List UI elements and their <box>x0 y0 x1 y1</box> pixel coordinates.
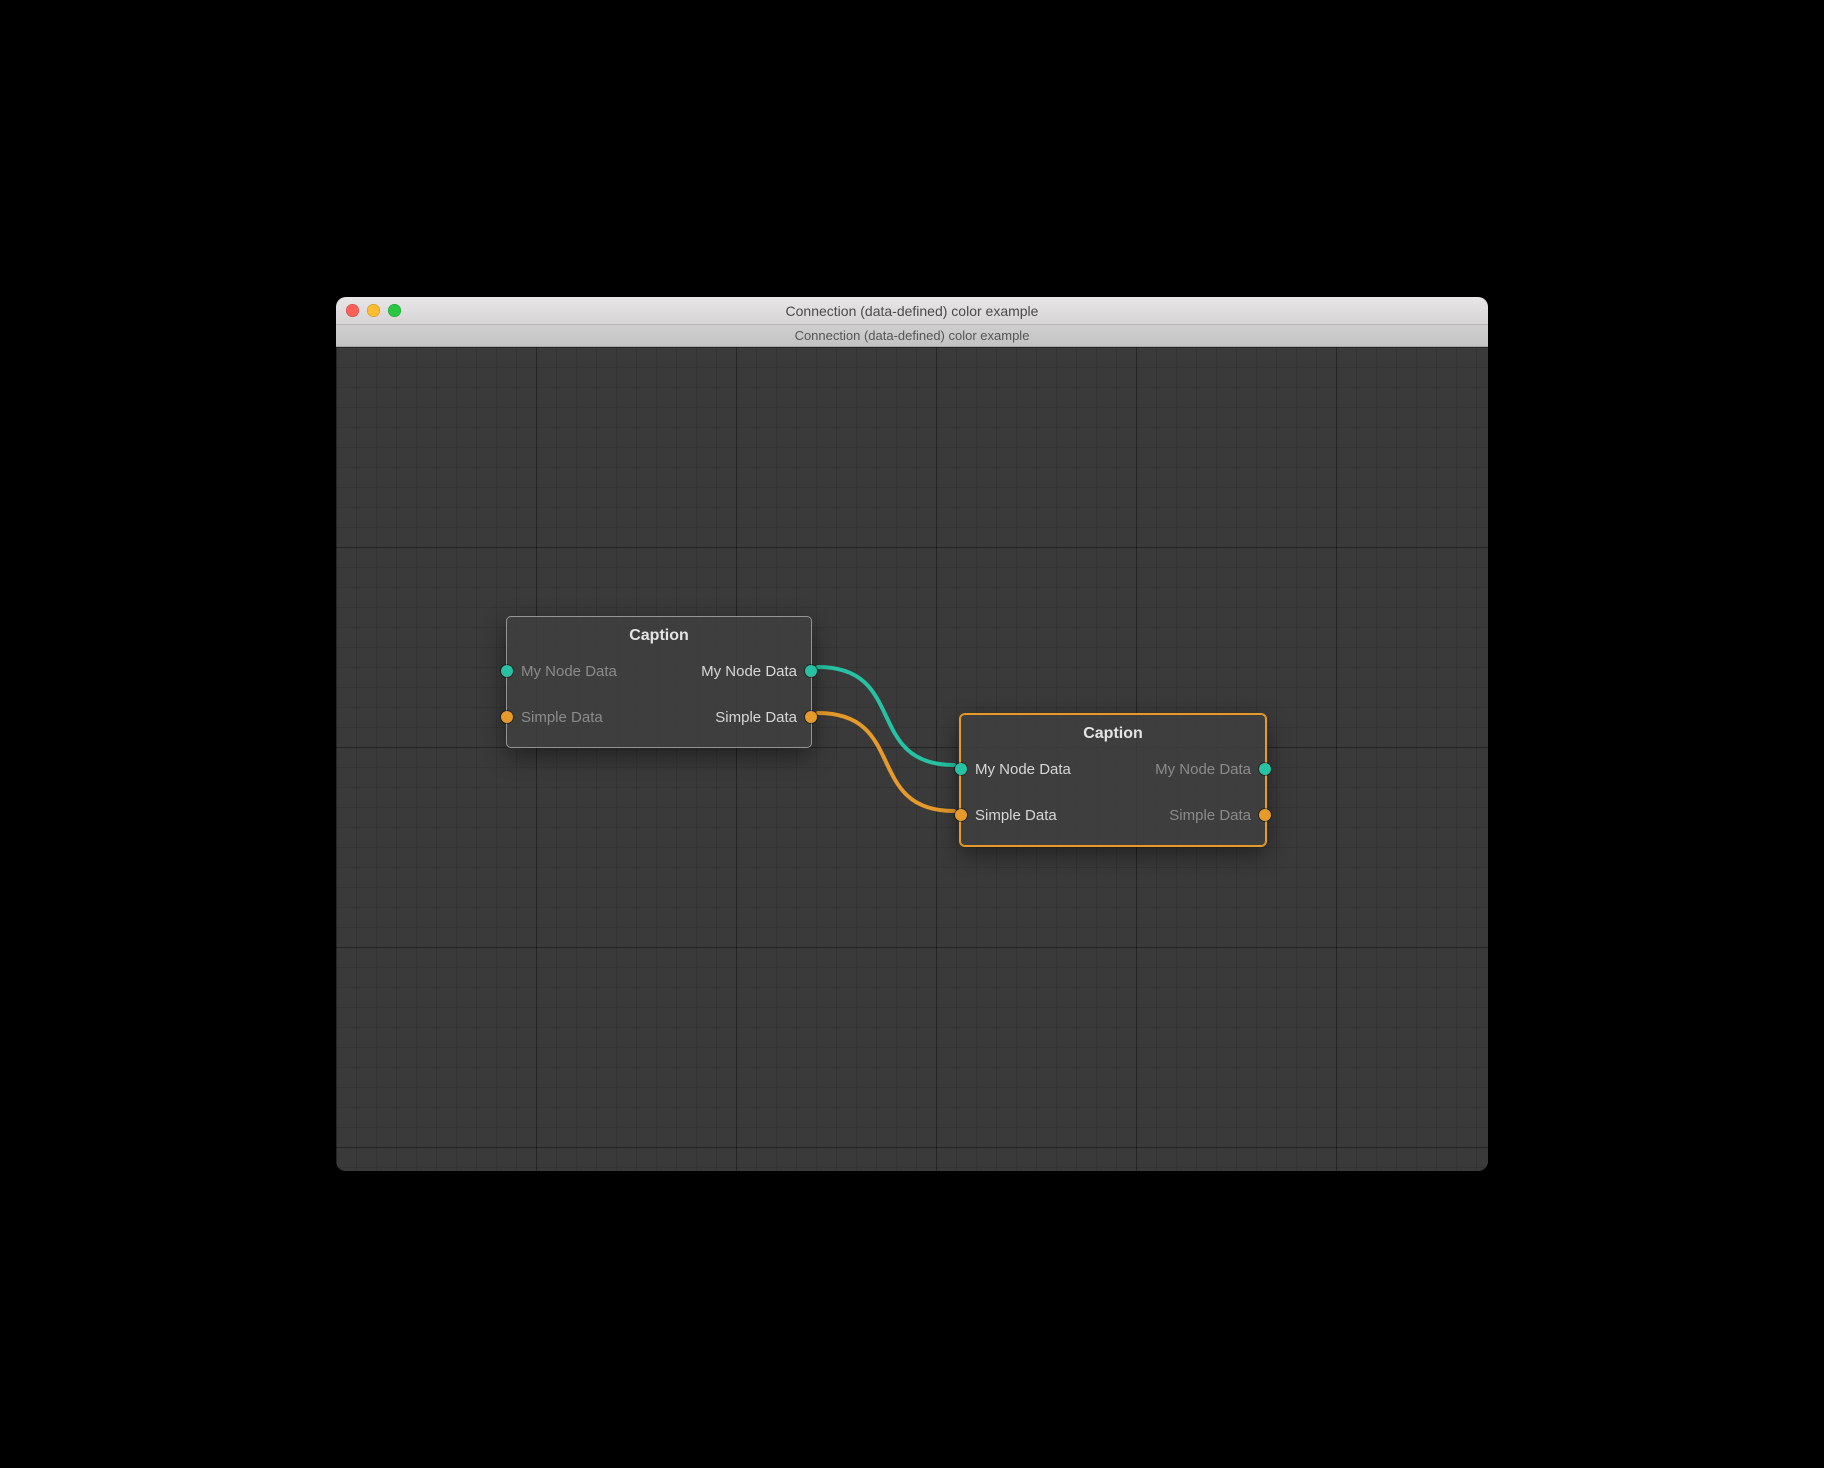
node-port-row: My Node Data My Node Data <box>975 753 1251 785</box>
sub-titlebar: Connection (data-defined) color example <box>336 325 1488 347</box>
zoom-icon[interactable] <box>388 304 401 317</box>
node-title: Caption <box>975 725 1251 743</box>
app-window: Connection (data-defined) color example … <box>336 297 1488 1171</box>
node-title: Caption <box>521 627 797 645</box>
output-port-label: Simple Data <box>1169 807 1251 824</box>
window-title: Connection (data-defined) color example <box>336 303 1488 319</box>
minimize-icon[interactable] <box>367 304 380 317</box>
graph-node[interactable]: Caption My Node Data My Node Data Simple… <box>506 616 812 748</box>
graph-node[interactable]: Caption My Node Data My Node Data Simple… <box>960 714 1266 846</box>
input-port-label: My Node Data <box>521 663 617 680</box>
output-port-icon[interactable] <box>1259 809 1271 821</box>
grid-major <box>336 347 1488 1171</box>
input-port-icon[interactable] <box>501 711 513 723</box>
connection-layer <box>336 347 1488 1171</box>
output-port-icon[interactable] <box>1259 763 1271 775</box>
output-port-icon[interactable] <box>805 665 817 677</box>
node-port-row: My Node Data My Node Data <box>521 655 797 687</box>
close-icon[interactable] <box>346 304 359 317</box>
input-port-icon[interactable] <box>955 763 967 775</box>
output-port-label: My Node Data <box>1155 761 1251 778</box>
window-controls <box>346 304 401 317</box>
connection-wire[interactable] <box>818 713 954 811</box>
node-port-row: Simple Data Simple Data <box>521 701 797 733</box>
output-port-label: Simple Data <box>715 709 797 726</box>
node-canvas[interactable]: Caption My Node Data My Node Data Simple… <box>336 347 1488 1171</box>
titlebar[interactable]: Connection (data-defined) color example <box>336 297 1488 325</box>
input-port-label: Simple Data <box>521 709 603 726</box>
input-port-icon[interactable] <box>955 809 967 821</box>
output-port-icon[interactable] <box>805 711 817 723</box>
input-port-label: My Node Data <box>975 761 1071 778</box>
node-port-row: Simple Data Simple Data <box>975 799 1251 831</box>
output-port-label: My Node Data <box>701 663 797 680</box>
input-port-icon[interactable] <box>501 665 513 677</box>
grid-minor <box>336 347 1488 1171</box>
sub-title: Connection (data-defined) color example <box>795 328 1030 343</box>
connection-wire[interactable] <box>818 667 954 765</box>
input-port-label: Simple Data <box>975 807 1057 824</box>
